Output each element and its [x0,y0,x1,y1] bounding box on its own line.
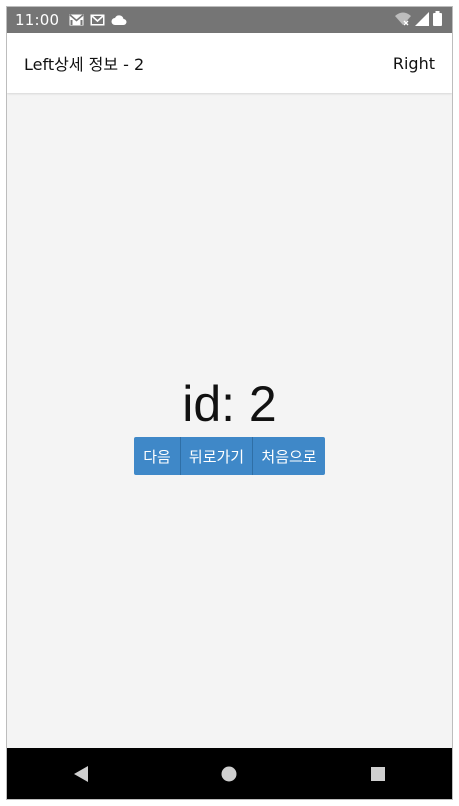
status-bar: 11:00 [7,7,452,33]
notification-icons [69,11,127,30]
back-triangle-icon[interactable] [61,754,101,794]
system-icons [395,7,442,33]
next-button[interactable]: 다음 [134,437,180,475]
device-screen: 11:00 Left상세 정보 - 2 Right id: 2 다음 뒤로가기 … [6,6,453,800]
battery-icon [433,10,442,30]
recents-square-icon[interactable] [358,754,398,794]
first-button[interactable]: 처음으로 [252,437,325,475]
right-button[interactable]: Right [393,54,435,73]
cloud-icon [111,11,127,30]
button-group: 다음 뒤로가기 처음으로 [134,437,325,475]
id-label: id: 2 [182,376,277,432]
status-time: 11:00 [15,11,60,29]
page-title: Left상세 정보 - 2 [24,55,145,74]
app-bar: Left상세 정보 - 2 Right [7,33,452,93]
navigation-bar [7,748,452,799]
mail-icon [90,11,105,30]
signal-icon [415,11,429,30]
wifi-icon [395,11,411,30]
main-content: id: 2 다음 뒤로가기 처음으로 [7,93,452,749]
home-circle-icon[interactable] [209,754,249,794]
back-button[interactable]: 뒤로가기 [180,437,252,475]
mail-icon [69,11,84,30]
